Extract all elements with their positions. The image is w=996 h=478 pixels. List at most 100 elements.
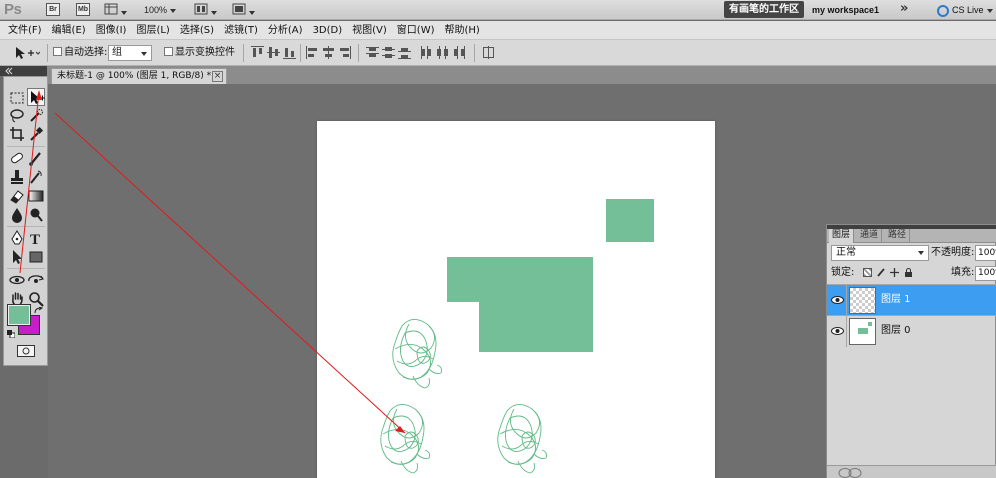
- lock-position-icon[interactable]: [890, 268, 899, 277]
- rectangle-tool-icon[interactable]: [27, 248, 45, 266]
- arrange-documents-dropdown[interactable]: [194, 3, 217, 17]
- lock-image-pixels-icon[interactable]: [877, 268, 886, 277]
- workspace-button[interactable]: my workspace1: [812, 2, 879, 18]
- align-vertical-centers-icon[interactable]: [267, 46, 280, 59]
- link-layers-icon[interactable]: [837, 467, 873, 478]
- visibility-toggle[interactable]: [827, 285, 847, 316]
- blend-mode-dropdown[interactable]: 正常: [831, 245, 929, 261]
- distribute-vertical-centers-icon[interactable]: [382, 46, 395, 59]
- lock-all-icon[interactable]: [904, 268, 913, 277]
- menu-select[interactable]: 选择(S): [175, 21, 219, 40]
- show-transform-controls-checkbox[interactable]: 显示变换控件: [164, 46, 235, 60]
- auto-select-checkbox[interactable]: 自动选择:: [53, 46, 107, 60]
- quick-selection-tool-icon[interactable]: [27, 107, 45, 125]
- menu-edit[interactable]: 编辑(E): [47, 21, 91, 40]
- tab-channels[interactable]: 通道: [857, 229, 883, 243]
- more-workspaces-button[interactable]: »: [900, 1, 908, 16]
- zoom-level-dropdown[interactable]: 100%: [144, 3, 177, 17]
- align-right-edges-icon[interactable]: [338, 46, 351, 59]
- menu-analysis[interactable]: 分析(A): [263, 21, 308, 40]
- separator: [7, 226, 45, 227]
- tools-panel-header[interactable]: [0, 66, 47, 76]
- distribute-bottom-edges-icon[interactable]: [398, 46, 411, 59]
- arrange-icon: [194, 3, 208, 15]
- tool-preset-picker[interactable]: [14, 46, 41, 63]
- dodge-tool-icon[interactable]: [27, 206, 45, 224]
- menu-image[interactable]: 图像(I): [91, 21, 132, 40]
- checkbox-box: [164, 47, 173, 56]
- lasso-tool-icon[interactable]: [8, 107, 26, 125]
- separator: [243, 44, 244, 62]
- default-colors-icon[interactable]: [7, 330, 16, 339]
- close-tab-icon[interactable]: ×: [212, 71, 223, 82]
- crop-tool-icon[interactable]: [8, 125, 26, 143]
- screen-mode-dropdown[interactable]: [232, 3, 255, 17]
- auto-select-type-dropdown[interactable]: 组: [108, 45, 152, 61]
- options-bar: 自动选择: 组 显示变换控件: [0, 40, 996, 66]
- layer-thumbnail: [849, 287, 876, 314]
- distribute-horizontal-centers-icon[interactable]: [436, 46, 449, 59]
- menu-view[interactable]: 视图(V): [347, 21, 392, 40]
- photoshop-logo: Ps: [4, 1, 22, 18]
- align-top-edges-icon[interactable]: [251, 46, 264, 59]
- eye-icon: [831, 327, 844, 335]
- blend-mode-value: 正常: [836, 247, 856, 258]
- menu-layer[interactable]: 图层(L): [131, 21, 174, 40]
- pen-tool-icon[interactable]: [8, 229, 26, 247]
- tab-paths[interactable]: 路径: [885, 229, 911, 243]
- bridge-icon[interactable]: Br: [46, 3, 60, 16]
- cs-live-label: CS Live: [952, 5, 984, 15]
- separator: [7, 146, 45, 147]
- layer-row-layer-0[interactable]: 图层 0: [827, 315, 996, 347]
- marquee-tool-icon[interactable]: [8, 89, 26, 107]
- opacity-input[interactable]: 100%: [975, 245, 996, 261]
- menu-filter[interactable]: 滤镜(T): [219, 21, 263, 40]
- auto-select-type-value: 组: [112, 47, 122, 58]
- swap-colors-icon[interactable]: [34, 306, 44, 315]
- clone-stamp-tool-icon[interactable]: [8, 168, 26, 186]
- type-tool-icon[interactable]: T: [27, 229, 45, 248]
- move-tool-icon[interactable]: [27, 88, 45, 106]
- gradient-tool-icon[interactable]: [27, 187, 45, 205]
- distribute-top-edges-icon[interactable]: [366, 46, 379, 59]
- document-tab[interactable]: 未标题-1 @ 100% (图层 1, RGB/8) * ×: [51, 68, 227, 84]
- menu-file[interactable]: 文件(F): [0, 21, 47, 40]
- menu-help[interactable]: 帮助(H): [440, 21, 485, 40]
- menu-bar: 文件(F) 编辑(E) 图像(I) 图层(L) 选择(S) 滤镜(T) 分析(A) 3D(D)…: [0, 21, 996, 40]
- brush-tool-icon[interactable]: [27, 149, 45, 167]
- cs-live-icon: [937, 4, 949, 17]
- lock-transparent-pixels-icon[interactable]: [863, 268, 872, 277]
- view-extras-dropdown[interactable]: [104, 3, 127, 17]
- menu-3d[interactable]: 3D(D): [308, 21, 348, 40]
- menu-window[interactable]: 窗口(W): [392, 21, 440, 40]
- layer-row-layer-1[interactable]: 图层 1: [827, 284, 996, 316]
- path-selection-tool-icon[interactable]: [8, 248, 26, 266]
- foreground-color-swatch[interactable]: [7, 304, 31, 326]
- mini-bridge-icon[interactable]: Mb: [76, 3, 90, 16]
- checkbox-box: [53, 47, 62, 56]
- eraser-tool-icon[interactable]: [8, 187, 26, 205]
- fill-input[interactable]: 100%: [975, 266, 996, 281]
- align-horizontal-centers-icon[interactable]: [322, 46, 335, 59]
- 3d-orbit-tool-icon[interactable]: [27, 271, 45, 289]
- healing-brush-tool-icon[interactable]: [8, 149, 26, 167]
- cs-live-button[interactable]: CS Live: [937, 2, 993, 18]
- canvas[interactable]: [317, 121, 715, 478]
- align-left-edges-icon[interactable]: [306, 46, 319, 59]
- align-bottom-edges-icon[interactable]: [283, 46, 296, 59]
- document-tab-title: 未标题-1 @ 100% (图层 1, RGB/8) *: [57, 71, 212, 81]
- quick-mask-mode-icon[interactable]: [17, 345, 35, 357]
- separator: [7, 268, 45, 269]
- distribute-left-edges-icon[interactable]: [420, 46, 433, 59]
- visibility-toggle[interactable]: [827, 316, 847, 347]
- 3d-rotate-tool-icon[interactable]: [8, 271, 26, 289]
- distribute-right-edges-icon[interactable]: [452, 46, 465, 59]
- tab-layers[interactable]: 图层: [829, 229, 855, 243]
- eyedropper-tool-icon[interactable]: [27, 125, 45, 143]
- tools-panel: T: [3, 76, 48, 366]
- workspace-button-active[interactable]: 有画笔的工作区: [724, 1, 804, 18]
- blur-tool-icon[interactable]: [8, 206, 26, 224]
- history-brush-tool-icon[interactable]: [27, 168, 45, 186]
- thumbnail-shape: [868, 322, 872, 326]
- auto-align-layers-icon[interactable]: [482, 46, 495, 59]
